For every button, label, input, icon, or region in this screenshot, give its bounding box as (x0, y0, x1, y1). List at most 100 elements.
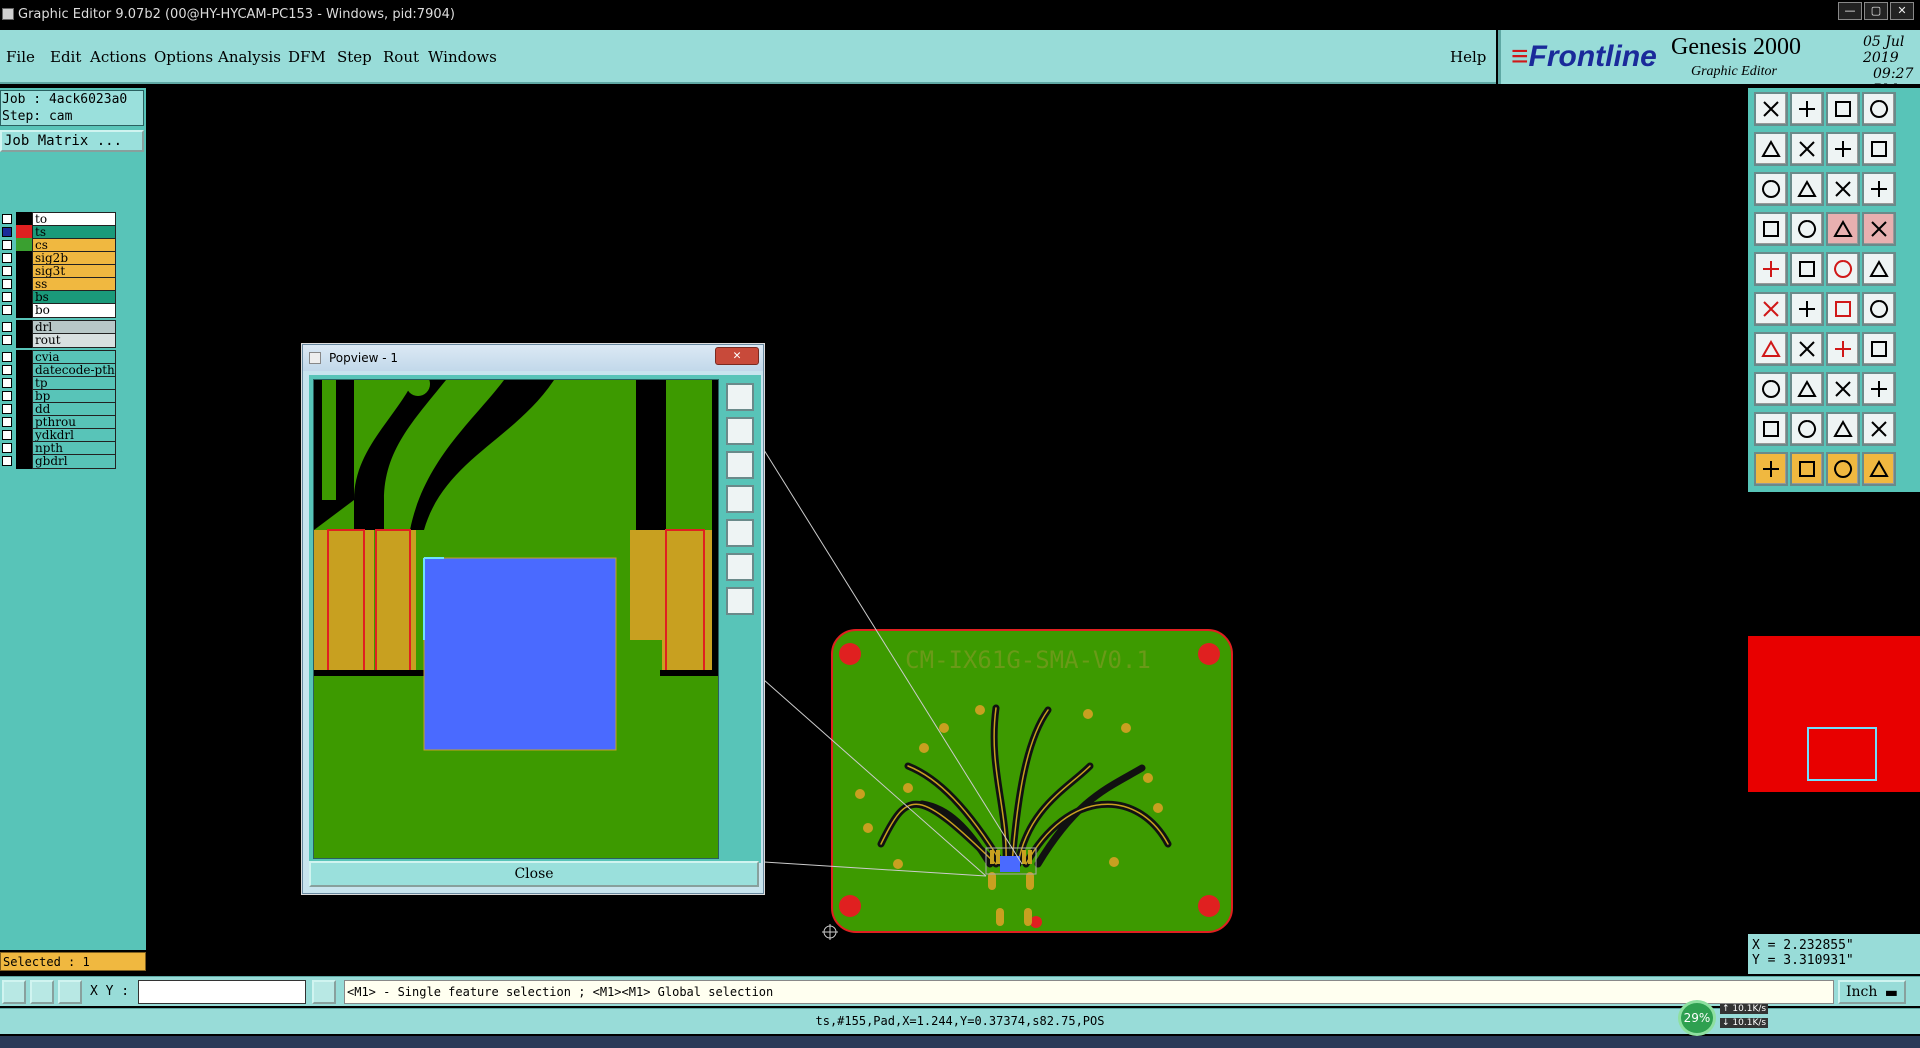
tool-arc-icon[interactable] (1826, 332, 1860, 366)
tool-line-type-icon[interactable] (1826, 252, 1860, 286)
layer-checkbox[interactable] (2, 240, 12, 250)
tool-layer-down-icon[interactable] (1862, 212, 1896, 246)
tool-select-arrow-2-icon[interactable] (1790, 452, 1824, 486)
grid-mode-icon[interactable] (58, 980, 82, 1004)
xy-input[interactable] (138, 980, 306, 1004)
tool-circle-icon[interactable] (1862, 252, 1896, 286)
tool-spline-icon[interactable] (1862, 292, 1896, 326)
select-mode-icon[interactable] (2, 980, 26, 1004)
tool-save-icon[interactable] (1790, 92, 1824, 126)
tool-polygon-icon[interactable] (1790, 252, 1824, 286)
layer-checkbox[interactable] (2, 378, 12, 388)
layer-checkbox[interactable] (2, 391, 12, 401)
popview-tool-zoom-icon[interactable] (726, 587, 754, 615)
layer-checkbox[interactable] (2, 227, 12, 237)
tool-connect-icon[interactable] (1826, 292, 1860, 326)
menu-options[interactable]: Options (154, 48, 213, 66)
tool-pan-right-icon[interactable] (1790, 132, 1824, 166)
tool-fit-screen-icon[interactable] (1754, 172, 1788, 206)
tool-add-pad-icon[interactable] (1754, 372, 1788, 406)
menu-actions[interactable]: Actions (90, 48, 146, 66)
units-selector[interactable]: Inch ▬ (1838, 980, 1906, 1004)
measure-mode-icon[interactable] (30, 980, 54, 1004)
layer-checkbox[interactable] (2, 443, 12, 453)
job-matrix-button[interactable]: Job Matrix ... (0, 130, 144, 152)
tool-pan-left-icon[interactable] (1754, 132, 1788, 166)
tool-select-arrow-icon[interactable] (1754, 452, 1788, 486)
tool-select-move-icon[interactable] (1862, 452, 1896, 486)
menu-windows[interactable]: Windows (428, 48, 497, 66)
layer-checkbox[interactable] (2, 266, 12, 276)
tool-zoom-fit-icon[interactable] (1790, 172, 1824, 206)
layer-color-swatch[interactable] (16, 333, 32, 348)
layer-checkbox[interactable] (2, 305, 12, 315)
layer-checkbox[interactable] (2, 404, 12, 414)
menu-help[interactable]: Help (1450, 48, 1486, 66)
maximize-button[interactable]: ▢ (1864, 2, 1888, 20)
tool-slope-line-icon[interactable] (1790, 332, 1824, 366)
popview-tool-left-icon[interactable] (726, 485, 754, 513)
mounting-hole[interactable] (1198, 895, 1220, 917)
tool-home-icon[interactable] (1826, 92, 1860, 126)
mounting-hole[interactable] (839, 643, 861, 665)
tool-scale-1-2-icon[interactable] (1826, 172, 1860, 206)
popview-close-button[interactable]: Close (309, 861, 759, 887)
layer-checkbox[interactable] (2, 456, 12, 466)
overview-map[interactable] (1748, 496, 1920, 932)
tool-undo-view-icon[interactable] (1826, 132, 1860, 166)
menu-edit[interactable]: Edit (50, 48, 81, 66)
tool-triangle-b-icon[interactable] (1790, 412, 1824, 446)
menu-analysis[interactable]: Analysis (218, 48, 281, 66)
tool-redo-view-icon[interactable] (1862, 132, 1896, 166)
cursor-toggle-icon[interactable] (312, 980, 336, 1004)
popview-close-x-button[interactable]: ✕ (715, 347, 759, 365)
layer-color-swatch[interactable] (16, 303, 32, 318)
tool-window-icon[interactable] (1862, 92, 1896, 126)
tool-bracket-icon[interactable] (1826, 372, 1860, 406)
layer-color-swatch[interactable] (16, 454, 32, 469)
tool-triangle-c-icon[interactable] (1826, 412, 1860, 446)
close-window-button[interactable]: ✕ (1890, 2, 1914, 20)
mounting-hole[interactable] (839, 895, 861, 917)
tool-layer-up-icon[interactable] (1826, 212, 1860, 246)
popview-tool-up-icon[interactable] (726, 417, 754, 445)
layer-checkbox[interactable] (2, 335, 12, 345)
tool-help-icon[interactable] (1862, 172, 1896, 206)
layer-row-bo[interactable]: bo (0, 303, 118, 318)
layer-checkbox[interactable] (2, 322, 12, 332)
menu-file[interactable]: File (6, 48, 35, 66)
tool-flip-icon[interactable] (1862, 332, 1896, 366)
layer-checkbox[interactable] (2, 365, 12, 375)
tool-triangle-d-icon[interactable] (1862, 412, 1896, 446)
menu-rout[interactable]: Rout (383, 48, 419, 66)
tool-triangle-a-icon[interactable] (1754, 412, 1788, 446)
layer-row-rout[interactable]: rout (0, 333, 118, 348)
layer-row-gbdrl[interactable]: gbdrl (0, 454, 118, 469)
layer-checkbox[interactable] (2, 352, 12, 362)
popview-tool-down-icon[interactable] (726, 451, 754, 479)
tool-select-arrow-3-icon[interactable] (1826, 452, 1860, 486)
minimize-button[interactable]: — (1838, 2, 1862, 20)
tool-cut-line-icon[interactable] (1790, 372, 1824, 406)
tool-angle-line-icon[interactable] (1754, 332, 1788, 366)
layer-checkbox[interactable] (2, 253, 12, 263)
tool-node-icon[interactable] (1754, 292, 1788, 326)
tool-snap-icon[interactable] (1754, 212, 1788, 246)
mounting-hole[interactable] (1198, 643, 1220, 665)
popview-tool-fit-icon[interactable] (726, 553, 754, 581)
tool-pad-icon[interactable] (1754, 252, 1788, 286)
menu-step[interactable]: Step (337, 48, 372, 66)
layer-checkbox[interactable] (2, 417, 12, 427)
tool-open-job-icon[interactable] (1754, 92, 1788, 126)
popview-tool-right-icon[interactable] (726, 519, 754, 547)
popview-tool-open-icon[interactable] (726, 383, 754, 411)
tool-shapes-icon[interactable] (1862, 372, 1896, 406)
layer-checkbox[interactable] (2, 430, 12, 440)
menu-dfm[interactable]: DFM (288, 48, 326, 66)
tool-cross-icon[interactable] (1790, 292, 1824, 326)
layer-checkbox[interactable] (2, 214, 12, 224)
popview-canvas[interactable] (313, 379, 719, 859)
tool-measure-icon[interactable] (1790, 212, 1824, 246)
layer-checkbox[interactable] (2, 279, 12, 289)
layer-checkbox[interactable] (2, 292, 12, 302)
